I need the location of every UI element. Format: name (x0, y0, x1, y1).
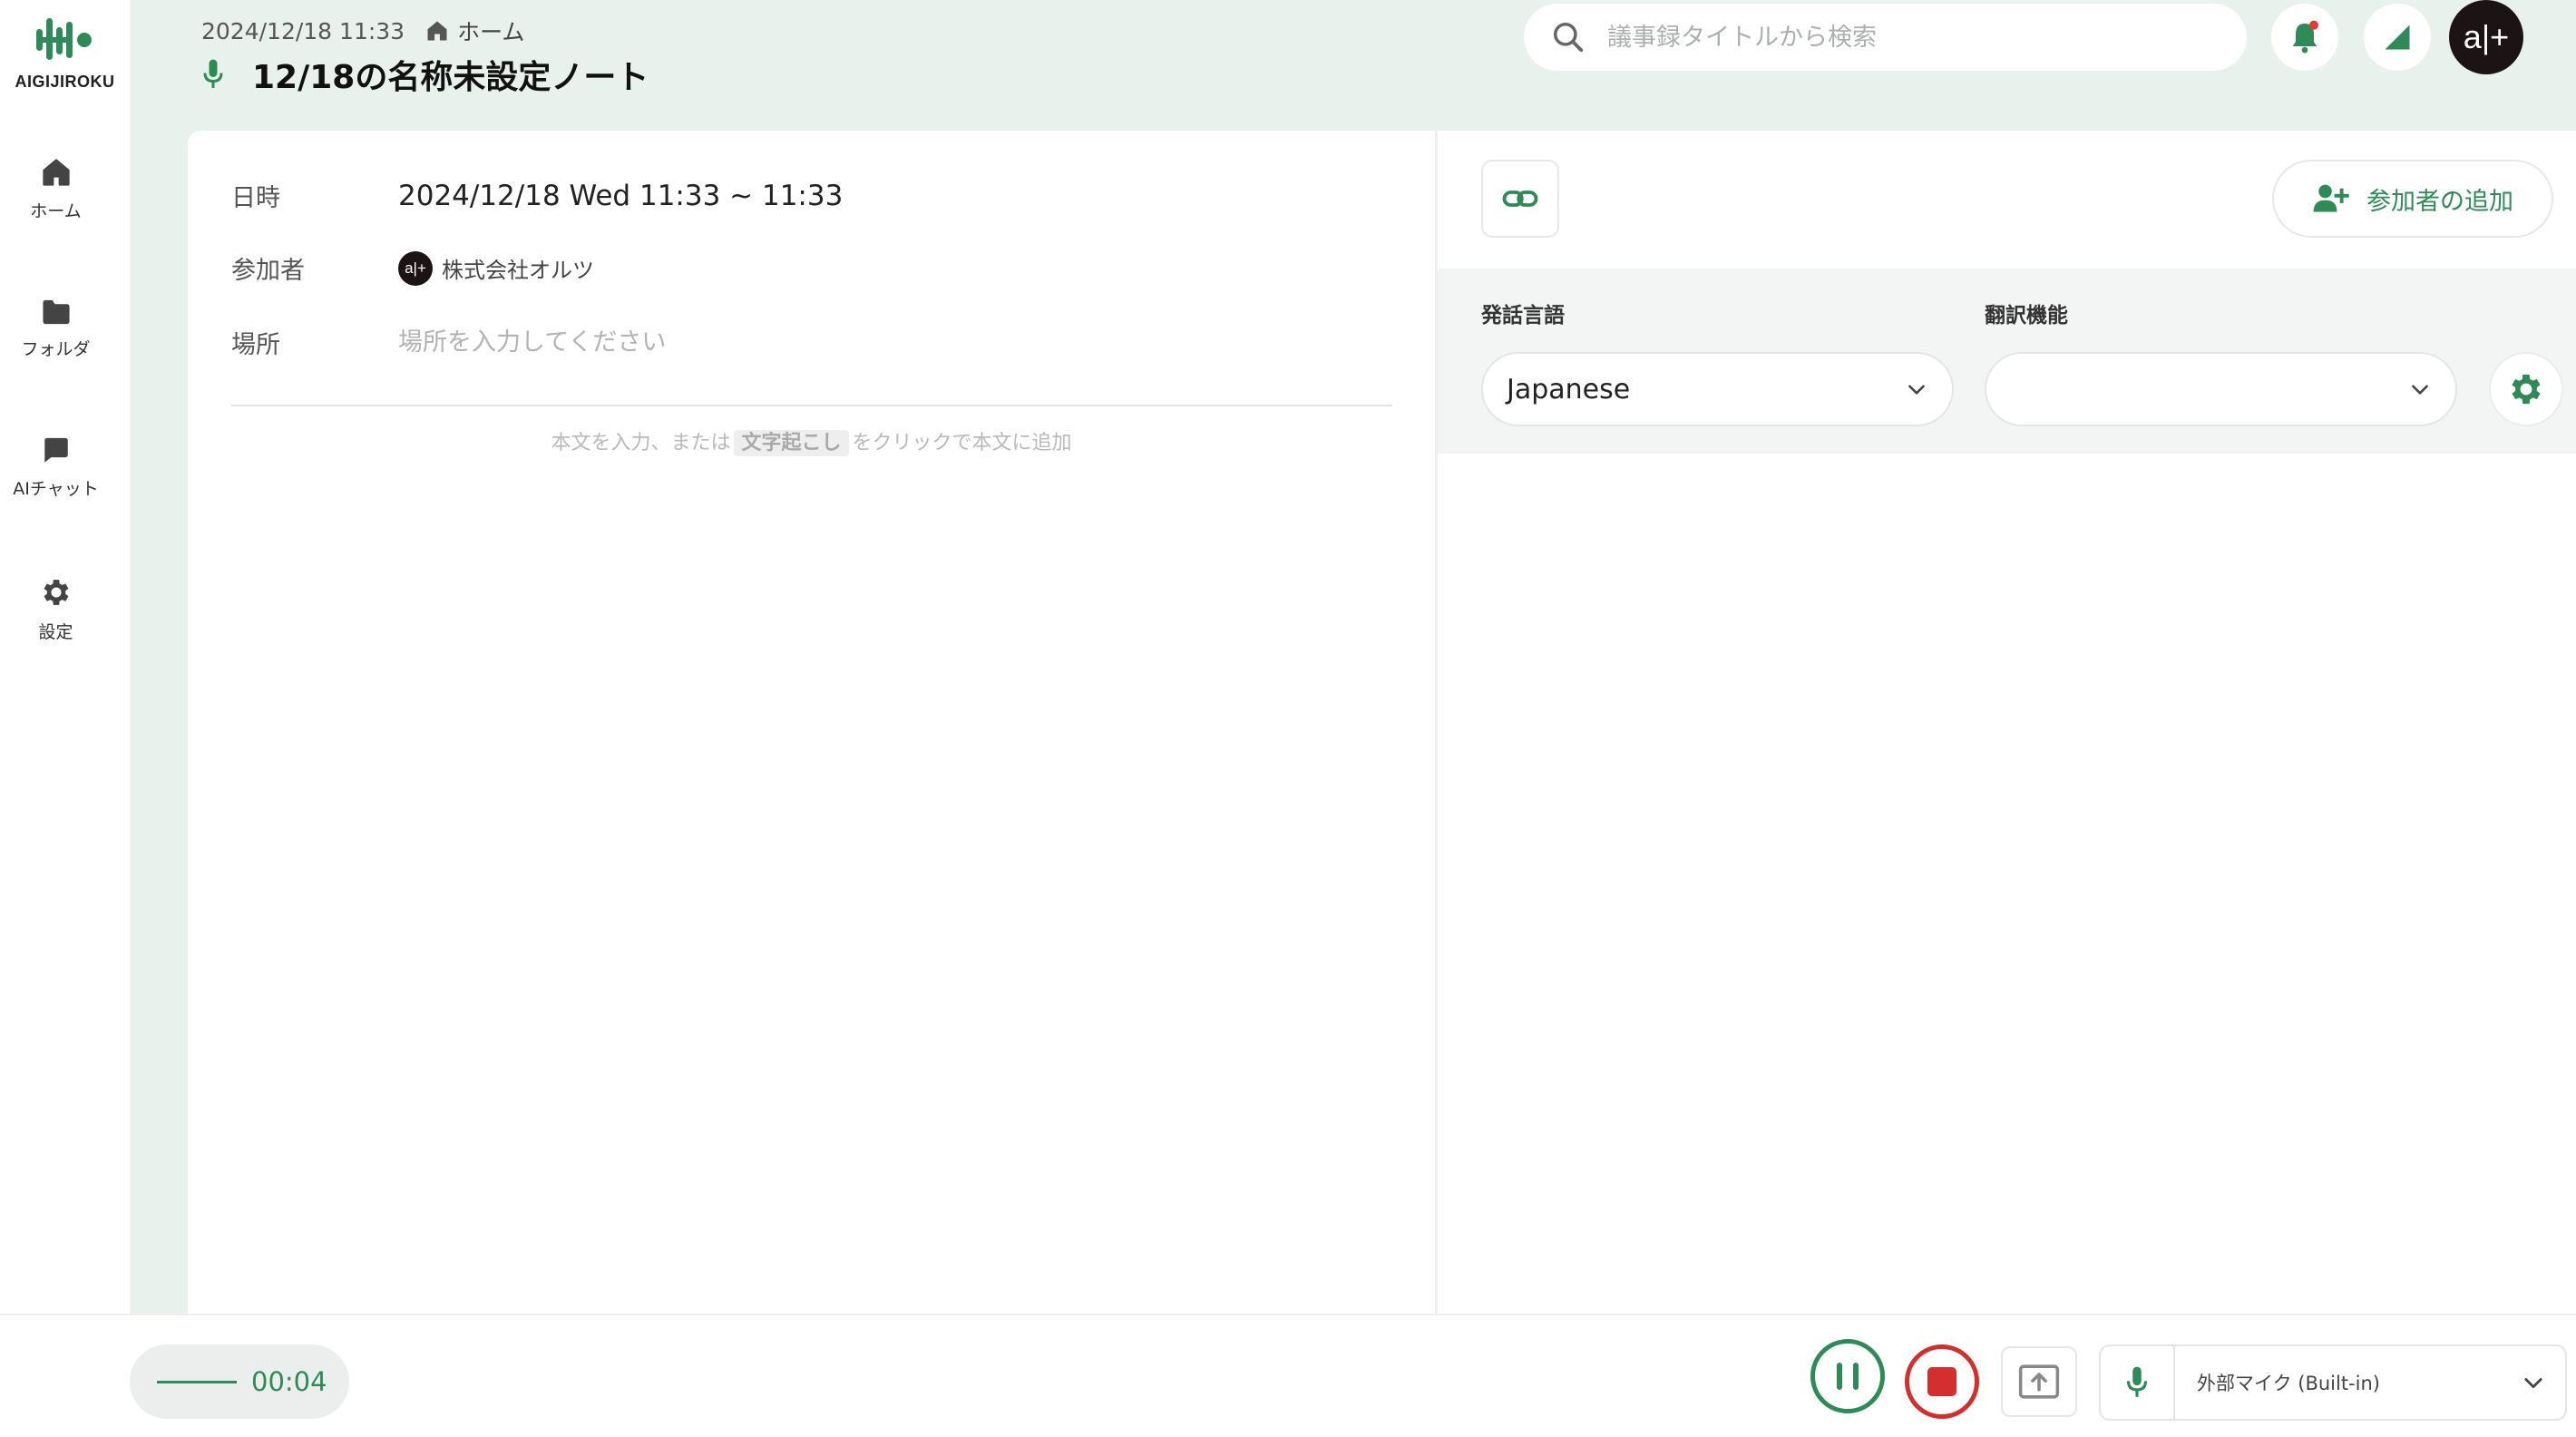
sidebar-item-folder[interactable]: フォルダ (0, 298, 112, 360)
search-bar[interactable] (1524, 4, 2247, 71)
sidebar-item-ai-chat[interactable]: AIチャット (0, 435, 112, 500)
gear-icon (2512, 374, 2541, 405)
speech-language-value: Japanese (1507, 373, 1631, 406)
share-link-button[interactable] (1481, 160, 1559, 238)
pause-icon (1853, 1363, 1859, 1390)
app-logo[interactable]: AIGIJIROKU (0, 13, 130, 92)
upload-icon (2018, 1364, 2060, 1399)
bell-icon (2292, 20, 2318, 54)
chevron-down-icon (2502, 1370, 2565, 1395)
body-editor-hint[interactable]: 本文を入力、または 文字起こし をクリックで本文に追加 (188, 426, 1435, 456)
microphone-device: 外部マイク (Built-in) (2197, 1373, 2380, 1394)
language-settings: 発話言語 翻訳機能 Japanese (1438, 269, 2576, 454)
header-meta: 2024/12/18 11:33 ホーム (201, 15, 524, 47)
waveform (157, 1380, 237, 1383)
add-participant-label: 参加者の追加 (2366, 187, 2513, 216)
add-participant-button[interactable]: 参加者の追加 (2272, 160, 2553, 238)
date-value[interactable]: 2024/12/18 Wed 11:33 ~ 11:33 (398, 180, 843, 212)
gear-icon (44, 580, 68, 605)
home-icon (427, 21, 447, 41)
participant-name: 株式会社オルツ (442, 258, 594, 283)
logo-text: AIGIJIROKU (15, 73, 115, 91)
sidebar-item-label: AIチャット (13, 479, 99, 499)
stop-icon (1927, 1367, 1956, 1396)
page-title-row: 12/18の名称未設定ノート (201, 51, 649, 98)
elapsed-time: 00:04 (251, 1366, 327, 1397)
sidebar-item-label: 設定 (38, 622, 73, 642)
mic-icon (2126, 1366, 2148, 1397)
notification-button[interactable] (2271, 4, 2338, 71)
signal-icon (2385, 24, 2410, 50)
chat-icon (44, 437, 68, 463)
date-row: 日時 2024/12/18 Wed 11:33 ~ 11:33 (231, 178, 843, 213)
place-input[interactable] (398, 328, 942, 357)
sidebar-item-settings[interactable]: 設定 (0, 575, 112, 643)
translation-label: 翻訳機能 (1985, 304, 2068, 327)
sidebar-item-label: フォルダ (21, 339, 91, 359)
breadcrumb-home[interactable]: ホーム (457, 15, 524, 47)
chevron-down-icon (1908, 385, 1925, 395)
transcription-chip[interactable]: 文字起こし (734, 430, 849, 456)
folder-icon (42, 299, 70, 325)
place-label: 場所 (231, 331, 280, 359)
participant-chip[interactable]: a|+ 株式会社オルツ (398, 250, 594, 286)
sidebar-item-label: ホーム (30, 201, 82, 221)
add-user-icon (2313, 184, 2349, 212)
chevron-down-icon (2412, 385, 2428, 395)
hint-text: をクリックで本文に追加 (852, 432, 1072, 455)
link-icon (1502, 191, 1538, 207)
transcript-panel: 参加者の追加 発話言語 翻訳機能 Japanese (1436, 131, 2576, 1314)
place-row: 場所 (231, 325, 942, 360)
sidebar-item-home[interactable]: ホーム (0, 156, 112, 222)
search-input[interactable] (1607, 23, 2170, 52)
note-panel: 日時 2024/12/18 Wed 11:33 ~ 11:33 参加者 a|+ … (188, 131, 1435, 1314)
signal-button[interactable] (2364, 4, 2431, 71)
date-label: 日時 (231, 184, 280, 212)
upload-button[interactable] (2001, 1346, 2077, 1417)
user-avatar[interactable]: a|+ (2449, 0, 2523, 74)
pause-button[interactable] (1810, 1339, 1885, 1413)
recorder-bar: 00:04 外部マイク (Built-in) (0, 1314, 2576, 1437)
mic-icon-cell (2101, 1346, 2175, 1419)
participant-avatar: a|+ (398, 250, 433, 286)
speech-language-label: 発話言語 (1481, 304, 1565, 327)
speech-language-select[interactable]: Japanese (1481, 352, 1954, 426)
breadcrumb[interactable]: ホーム (424, 15, 524, 47)
stop-button[interactable] (1905, 1344, 1979, 1419)
recording-timer: 00:04 (130, 1344, 349, 1419)
pause-icon (1837, 1363, 1842, 1390)
participants-row: 参加者 a|+ 株式会社オルツ (231, 250, 594, 286)
logo-icon (35, 18, 92, 60)
divider (231, 405, 1392, 406)
note-timestamp: 2024/12/18 11:33 (201, 17, 405, 44)
mic-icon (203, 59, 223, 88)
search-icon (1554, 23, 1584, 53)
translation-select[interactable] (1985, 352, 2457, 426)
sidebar: AIGIJIROKU ホーム フォルダ AIチャット 設定 (0, 0, 130, 1314)
page-title[interactable]: 12/18の名称未設定ノート (252, 51, 649, 98)
hint-text: 本文を入力、または (551, 432, 731, 455)
transcript-settings-button[interactable] (2489, 352, 2563, 426)
microphone-select[interactable]: 外部マイク (Built-in) (2099, 1344, 2567, 1421)
home-icon (42, 159, 70, 186)
participants-label: 参加者 (231, 257, 305, 285)
